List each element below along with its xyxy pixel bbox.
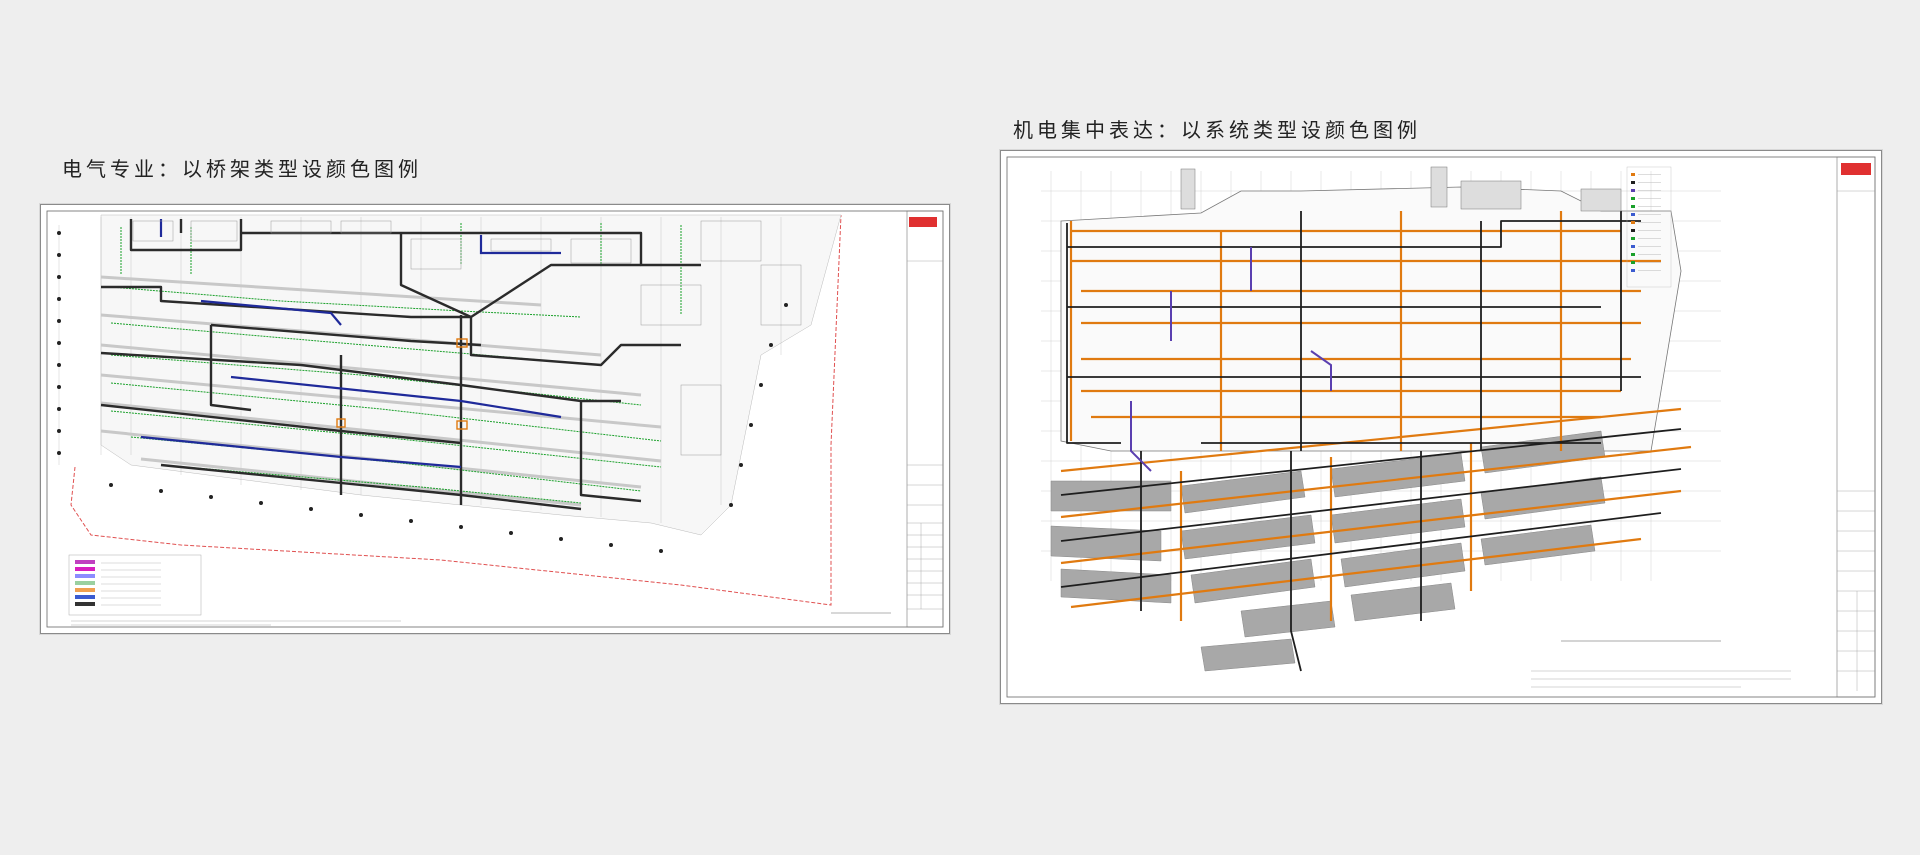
legend-swatch [75, 560, 95, 564]
legend-swatch [1631, 205, 1635, 208]
legend-swatch [1631, 253, 1635, 256]
left-caption: 电气专业：以桥架类型设颜色图例 [62, 157, 422, 181]
right-caption: 机电集中表达：以系统类型设颜色图例 [1013, 118, 1421, 142]
legend-swatch [1631, 237, 1635, 240]
legend-swatch [1631, 245, 1635, 248]
drawing-notes [71, 620, 401, 626]
electrical-tray-drawing [40, 204, 950, 634]
mep-plan-canvas [1006, 156, 1876, 698]
legend-swatch [1631, 181, 1635, 184]
legend-swatch [1631, 229, 1635, 232]
building-outline [1060, 186, 1682, 452]
legend-swatch [75, 602, 95, 606]
legend-swatch [75, 567, 95, 571]
legend-swatch [1631, 269, 1635, 272]
mep-combined-drawing [1000, 150, 1882, 704]
title-block [1836, 156, 1876, 698]
title-block [906, 210, 944, 628]
tray-legend [68, 554, 202, 616]
legend-swatch [1631, 213, 1635, 216]
legend-swatch [1631, 173, 1635, 176]
electrical-plan-canvas [46, 210, 944, 628]
legend-swatch [1631, 189, 1635, 192]
legend-swatch [1631, 197, 1635, 200]
drawing-title-area [1531, 640, 1791, 688]
company-logo [1841, 163, 1871, 175]
legend-swatch [1631, 261, 1635, 264]
legend-swatch [1631, 221, 1635, 224]
legend-swatch [75, 574, 95, 578]
legend-swatch [75, 588, 95, 592]
legend-swatch [75, 581, 95, 585]
legend-swatch [75, 595, 95, 599]
company-logo [909, 217, 937, 227]
